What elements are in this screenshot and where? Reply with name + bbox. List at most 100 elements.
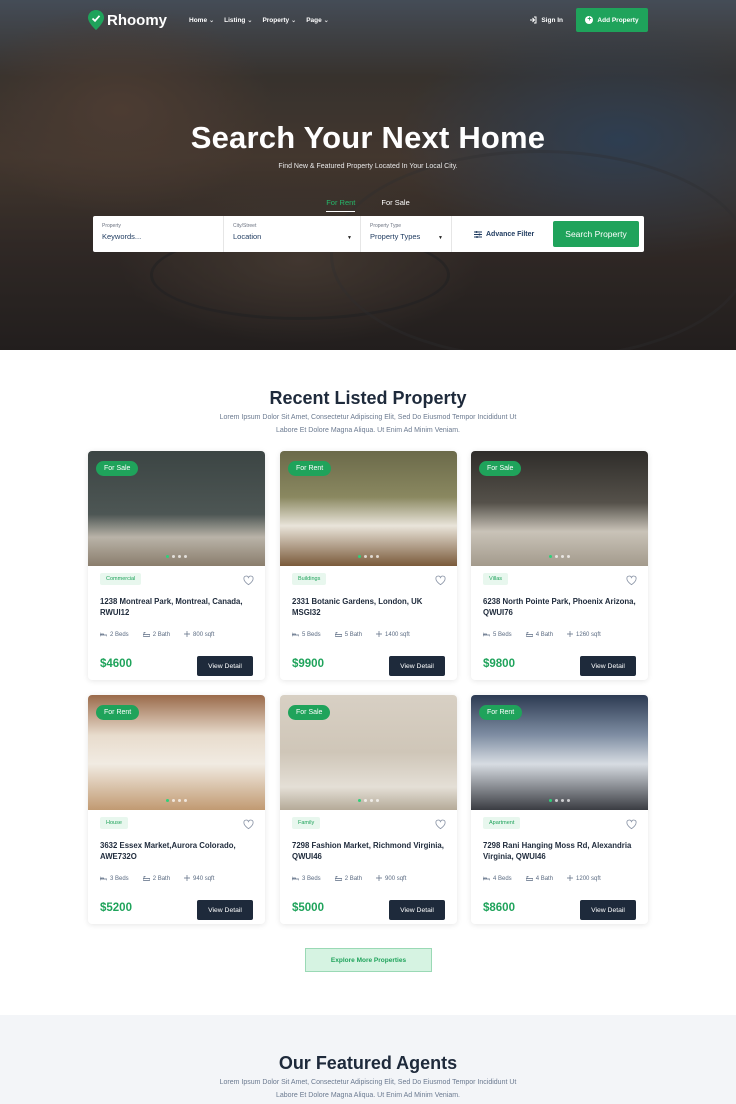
- property-specs: 4 Beds 4 Bath 1200 sqft: [482, 875, 601, 883]
- area-icon: [376, 631, 383, 639]
- view-detail-button[interactable]: View Detail: [389, 900, 445, 920]
- heart-icon[interactable]: [435, 573, 446, 586]
- location-value: Location: [233, 232, 262, 241]
- tab-for-sale[interactable]: For Sale: [381, 198, 409, 212]
- property-image[interactable]: For Rent: [88, 695, 265, 810]
- caret-down-icon: ▼: [438, 235, 443, 241]
- bed-icon: [482, 876, 491, 883]
- heart-icon[interactable]: [243, 817, 254, 830]
- property-image[interactable]: For Sale: [280, 695, 457, 810]
- add-property-label: Add Property: [597, 16, 639, 24]
- bath-value: 4 Bath: [535, 632, 554, 638]
- property-address[interactable]: 3632 Essex Market,Aurora Colorado, AWE73…: [100, 840, 256, 862]
- chevron-down-icon: ⌄: [209, 17, 215, 24]
- location-select[interactable]: City/Street Location ▼: [224, 216, 361, 252]
- menu-item-page[interactable]: Page ⌄: [306, 17, 329, 24]
- property-address[interactable]: 7298 Fashion Market, Richmond Virginia, …: [292, 840, 448, 862]
- property-address[interactable]: 6238 North Pointe Park, Phoenix Arizona,…: [483, 596, 639, 618]
- explore-more-button[interactable]: Explore More Properties: [305, 948, 432, 972]
- menu-item-label: Home: [189, 16, 208, 24]
- property-card[interactable]: For Rent House 3632 Essex Market,Aurora Co…: [88, 695, 265, 924]
- property-card[interactable]: For Rent Apartment 7298 Rani Hanging Moss …: [471, 695, 648, 924]
- hero-subtitle: Find New & Featured Property Located In …: [278, 163, 458, 170]
- search-property-button[interactable]: Search Property: [553, 221, 639, 247]
- view-detail-button[interactable]: View Detail: [197, 656, 253, 676]
- logo[interactable]: Rhoomy: [88, 10, 167, 30]
- menu-item-property[interactable]: Property ⌄: [262, 17, 296, 24]
- property-image[interactable]: For Sale: [88, 451, 265, 566]
- bath-value: 2 Bath: [152, 632, 171, 638]
- property-card[interactable]: For Sale Villas 6238 North Pointe Park, Ph…: [471, 451, 648, 680]
- bath-icon: [525, 875, 534, 883]
- property-keyword-input[interactable]: Keywords...: [102, 232, 214, 241]
- hero-banner: Rhoomy Home ⌄ Listing ⌄ Property ⌄ Page ⌄ Si…: [0, 0, 736, 350]
- carousel-dots[interactable]: [88, 799, 265, 802]
- property-image[interactable]: For Rent: [280, 451, 457, 566]
- carousel-dots[interactable]: [280, 555, 457, 558]
- area-spec: 940 sqft: [184, 875, 214, 883]
- hero-title: Search Your Next Home: [190, 120, 546, 155]
- main-menu: Home ⌄ Listing ⌄ Property ⌄ Page ⌄: [189, 17, 329, 24]
- menu-item-listing[interactable]: Listing ⌄: [224, 17, 252, 24]
- beds-value: 5 Beds: [302, 632, 321, 638]
- property-keyword-field[interactable]: Property Keywords...: [93, 216, 224, 252]
- property-card[interactable]: For Sale Family 7298 Fashion Market, Richm…: [280, 695, 457, 924]
- category-tag: Commercial: [100, 573, 142, 585]
- bath-spec: 5 Bath: [334, 631, 362, 639]
- top-nav: Rhoomy Home ⌄ Listing ⌄ Property ⌄ Page ⌄ Si…: [88, 8, 648, 32]
- menu-item-home[interactable]: Home ⌄: [189, 17, 214, 24]
- advance-filter-button[interactable]: Advance Filter: [452, 230, 552, 238]
- bed-icon: [291, 876, 300, 883]
- property-price: $9800: [483, 658, 515, 670]
- property-address[interactable]: 2331 Botanic Gardens, London, UK MSGI32: [292, 596, 448, 618]
- beds-spec: 2 Beds: [99, 631, 129, 639]
- property-address[interactable]: 1238 Montreal Park, Montreal, Canada, RW…: [100, 596, 256, 618]
- property-price: $4600: [100, 658, 132, 670]
- area-icon: [376, 875, 383, 883]
- search-bar: Property Keywords... City/Street Locatio…: [93, 216, 644, 252]
- signin-link[interactable]: Sign In: [529, 16, 563, 24]
- property-card[interactable]: For Rent Buildings 2331 Botanic Gardens, L…: [280, 451, 457, 680]
- carousel-dots[interactable]: [280, 799, 457, 802]
- menu-item-label: Property: [262, 16, 290, 24]
- carousel-dots[interactable]: [471, 555, 648, 558]
- add-property-button[interactable]: + Add Property: [576, 8, 648, 32]
- menu-item-label: Page: [306, 16, 322, 24]
- property-card[interactable]: For Sale Commercial 1238 Montreal Park, Mo…: [88, 451, 265, 680]
- status-badge: For Rent: [96, 705, 140, 720]
- recent-section-title: Recent Listed Property: [269, 388, 467, 408]
- area-value: 1260 sqft: [576, 632, 601, 638]
- property-image[interactable]: For Sale: [471, 451, 648, 566]
- view-detail-button[interactable]: View Detail: [197, 900, 253, 920]
- property-image[interactable]: For Rent: [471, 695, 648, 810]
- type-field-label: Property Type: [370, 223, 402, 229]
- property-address[interactable]: 7298 Rani Hanging Moss Rd, Alexandria Vi…: [483, 840, 639, 862]
- view-detail-button[interactable]: View Detail: [389, 656, 445, 676]
- area-icon: [184, 875, 191, 883]
- bed-icon: [99, 632, 108, 639]
- area-spec: 1200 sqft: [567, 875, 601, 883]
- area-icon: [567, 631, 574, 639]
- area-icon: [567, 875, 574, 883]
- status-badge: For Rent: [288, 461, 332, 476]
- heart-icon[interactable]: [435, 817, 446, 830]
- tab-for-rent[interactable]: For Rent: [326, 198, 356, 212]
- category-tag: Villas: [483, 573, 509, 585]
- area-value: 1200 sqft: [576, 876, 601, 882]
- bath-spec: 2 Bath: [334, 875, 362, 883]
- recent-desc-line: Lorem Ipsum Dolor Sit Amet, Consectetur …: [219, 414, 517, 421]
- beds-spec: 5 Beds: [482, 631, 512, 639]
- heart-icon[interactable]: [626, 817, 637, 830]
- view-detail-button[interactable]: View Detail: [580, 656, 636, 676]
- bath-icon: [525, 631, 534, 639]
- heart-icon[interactable]: [626, 573, 637, 586]
- property-type-select[interactable]: Property Type Property Types ▼: [361, 216, 452, 252]
- property-price: $5200: [100, 902, 132, 914]
- area-spec: 1400 sqft: [376, 631, 410, 639]
- bath-value: 4 Bath: [535, 876, 554, 882]
- carousel-dots[interactable]: [88, 555, 265, 558]
- carousel-dots[interactable]: [471, 799, 648, 802]
- property-field-label: Property: [102, 223, 121, 229]
- view-detail-button[interactable]: View Detail: [580, 900, 636, 920]
- heart-icon[interactable]: [243, 573, 254, 586]
